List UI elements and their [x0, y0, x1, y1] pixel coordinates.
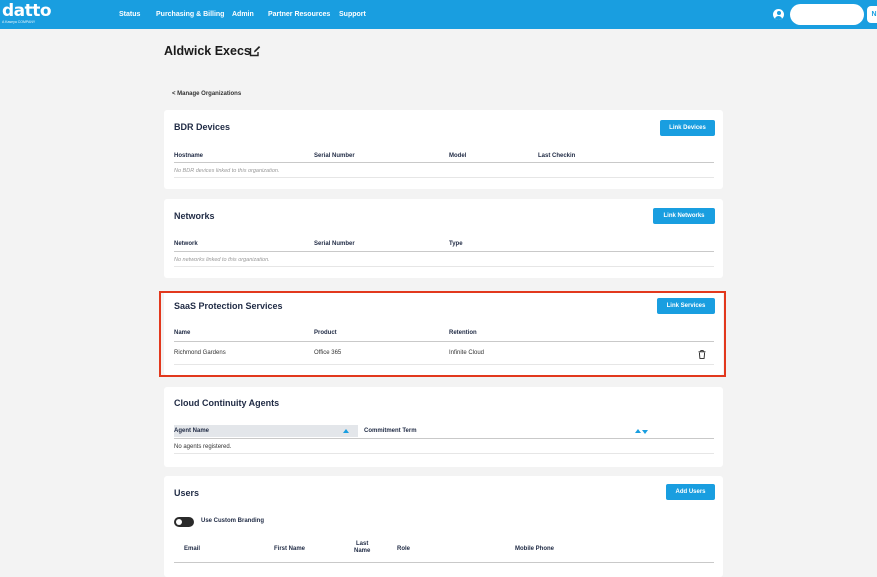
- user-initial-button[interactable]: N: [867, 6, 877, 23]
- link-networks-button[interactable]: Link Networks: [653, 208, 715, 224]
- selection-highlight-box: [159, 291, 726, 377]
- column-header-mobile-phone[interactable]: Mobile Phone: [515, 546, 554, 552]
- column-header-last-name[interactable]: Last Name: [354, 541, 370, 555]
- users-title: Users: [174, 488, 200, 498]
- link-devices-button[interactable]: Link Devices: [660, 120, 715, 136]
- cloud-continuity-title: Cloud Continuity Agents: [174, 398, 280, 408]
- table-header-divider: [174, 251, 714, 252]
- nav-support[interactable]: Support: [339, 9, 366, 21]
- logo-subtitle: A Kaseya COMPANY: [2, 20, 36, 24]
- column-header-email[interactable]: Email: [184, 546, 200, 552]
- bdr-devices-title: BDR Devices: [174, 122, 231, 132]
- column-header-model[interactable]: Model: [449, 153, 466, 159]
- networks-card: Networks Link Networks Network Serial Nu…: [164, 199, 723, 278]
- page-title: Aldwick Execs: [164, 44, 251, 58]
- nav-purchasing-billing[interactable]: Purchasing & Billing: [156, 9, 224, 21]
- nav-admin[interactable]: Admin: [232, 9, 254, 21]
- table-header-divider: [174, 562, 714, 563]
- custom-branding-toggle[interactable]: [174, 517, 194, 527]
- top-nav-bar: datto A Kaseya COMPANY Status Purchasing…: [0, 0, 877, 29]
- table-header-divider: [174, 438, 714, 439]
- sort-ascending-icon[interactable]: [343, 429, 349, 433]
- column-header-serial-number[interactable]: Serial Number: [314, 241, 355, 247]
- user-icon[interactable]: [773, 9, 784, 20]
- edit-icon[interactable]: [249, 45, 261, 57]
- column-header-type[interactable]: Type: [449, 241, 463, 247]
- column-header-hostname[interactable]: Hostname: [174, 153, 203, 159]
- column-header-first-name[interactable]: First Name: [274, 546, 305, 552]
- table-row-divider: [174, 177, 714, 178]
- networks-title: Networks: [174, 211, 215, 221]
- column-header-last-checkin[interactable]: Last Checkin: [538, 153, 575, 159]
- add-users-button[interactable]: Add Users: [666, 484, 715, 500]
- search-input[interactable]: [790, 4, 864, 25]
- users-card: Users Add Users Use Custom Branding Emai…: [164, 476, 723, 577]
- custom-branding-label: Use Custom Branding: [201, 518, 265, 524]
- column-header-commitment-term[interactable]: Commitment Term: [364, 428, 417, 434]
- column-header-role[interactable]: Role: [397, 546, 410, 552]
- nav-partner-resources[interactable]: Partner Resources: [268, 9, 330, 21]
- back-to-organizations-link[interactable]: < Manage Organizations: [172, 91, 241, 97]
- sort-up-icon[interactable]: [635, 429, 641, 433]
- cloud-empty-message: No agents registered.: [174, 444, 232, 450]
- logo-wordmark: datto: [2, 1, 52, 21]
- table-header-divider: [174, 162, 714, 163]
- table-row-divider: [174, 453, 714, 454]
- column-header-serial-number[interactable]: Serial Number: [314, 153, 355, 159]
- datto-logo[interactable]: datto A Kaseya COMPANY: [2, 1, 52, 24]
- nav-status[interactable]: Status: [119, 9, 140, 21]
- networks-empty-message: No networks linked to this organization.: [174, 257, 270, 263]
- table-row-divider: [174, 266, 714, 267]
- column-header-agent-name[interactable]: Agent Name: [174, 428, 209, 434]
- column-header-network[interactable]: Network: [174, 241, 198, 247]
- sort-down-icon[interactable]: [642, 430, 648, 434]
- bdr-devices-card: BDR Devices Link Devices Hostname Serial…: [164, 110, 723, 189]
- cloud-continuity-card: Cloud Continuity Agents Agent Name Commi…: [164, 387, 723, 467]
- bdr-empty-message: No BDR devices linked to this organizati…: [174, 168, 280, 174]
